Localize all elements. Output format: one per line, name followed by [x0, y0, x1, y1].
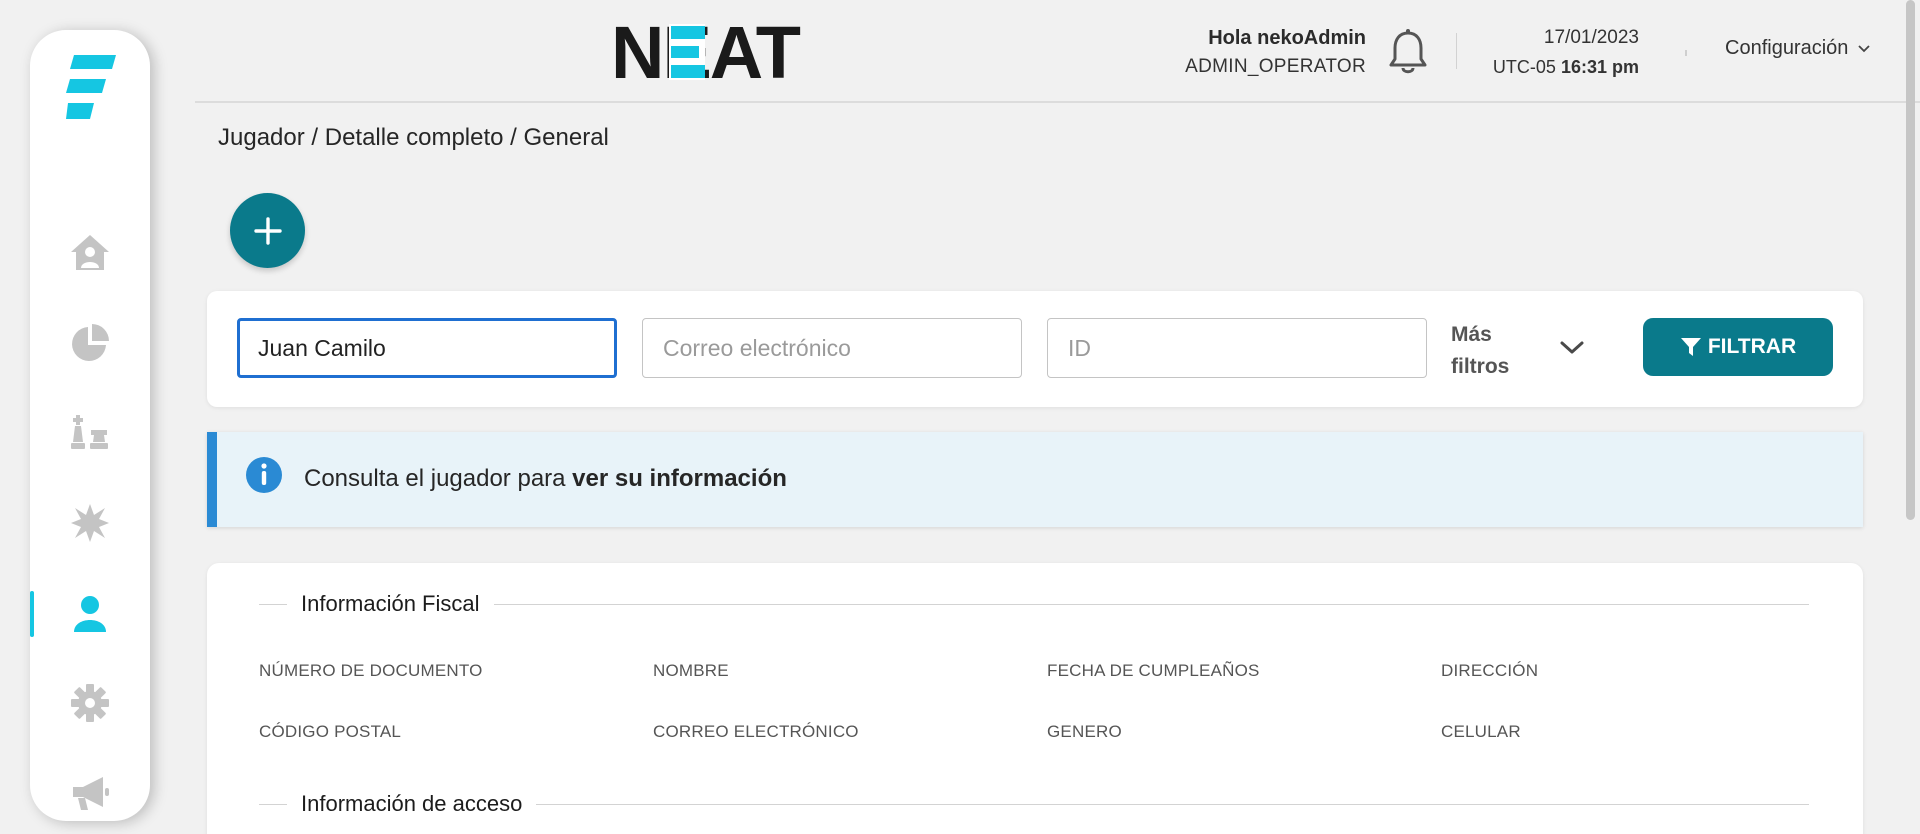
funnel-icon — [1680, 338, 1701, 356]
info-banner: Consulta el jugador para ver su informac… — [207, 432, 1863, 527]
sidebar-item-campaigns[interactable] — [30, 763, 150, 823]
breadcrumb: Jugador / Detalle completo / General — [218, 124, 609, 151]
pie-chart-icon — [72, 324, 109, 361]
field-label-email: CORREO ELECTRÓNICO — [653, 722, 859, 741]
info-message-text: Consulta el jugador para — [304, 465, 573, 492]
field-label-birthday: FECHA DE CUMPLEAÑOS — [1047, 661, 1260, 680]
player-detail-card: Información Fiscal NÚMERO DE DOCUMENTO N… — [207, 563, 1863, 834]
brand-logo-text: NEAT — [611, 20, 801, 84]
divider-line — [536, 803, 1809, 805]
field-label-name: NOMBRE — [653, 661, 729, 680]
more-filters-label-2: filtros — [1451, 355, 1510, 378]
more-filters-toggle[interactable]: Más filtros — [1451, 319, 1561, 383]
date-time: 17/01/2023 UTC-05 16:31 pm — [1493, 26, 1639, 79]
add-button[interactable] — [230, 193, 305, 268]
divider-line — [259, 803, 287, 805]
field-label-document-number: NÚMERO DE DOCUMENTO — [259, 661, 483, 680]
filter-button[interactable]: FILTRAR — [1643, 318, 1833, 376]
megaphone-icon — [73, 777, 109, 810]
user-info: Hola nekoAdmin ADMIN_OPERATOR — [1185, 26, 1366, 79]
timezone: UTC-05 — [1492, 57, 1556, 77]
sidebar-item-games[interactable] — [30, 403, 150, 463]
user-greeting: Hola nekoAdmin — [1208, 27, 1366, 49]
plus-icon — [253, 216, 282, 245]
config-menu[interactable]: Configuración — [1725, 37, 1872, 60]
info-message-bold: ver su información — [572, 465, 787, 492]
brand-logo[interactable]: NEAT — [611, 20, 809, 84]
starburst-icon — [71, 504, 109, 542]
current-date: 17/01/2023 — [1543, 27, 1639, 48]
current-time-line: UTC-05 16:31 pm — [1493, 55, 1639, 79]
config-label: Configuración — [1725, 37, 1849, 59]
info-message: Consulta el jugador para ver su informac… — [304, 465, 787, 493]
chevron-down-icon — [1858, 44, 1871, 52]
sidebar-item-settings[interactable] — [30, 673, 150, 733]
field-label-gender: GENERO — [1047, 722, 1122, 741]
email-search-input[interactable] — [642, 318, 1022, 378]
header-separator-dot — [1685, 50, 1687, 56]
sidebar-item-home[interactable] — [30, 223, 150, 283]
divider-line — [259, 603, 287, 605]
header-divider — [1456, 33, 1457, 69]
field-label-phone: CELULAR — [1441, 722, 1521, 741]
field-label-address: DIRECCIÓN — [1441, 661, 1539, 680]
sidebar-item-reports[interactable] — [30, 313, 150, 373]
top-header: NEAT Hola nekoAdmin ADMIN_OPERATOR 17/01… — [195, 0, 1920, 103]
home-user-icon — [71, 235, 109, 270]
access-info-title: Información de acceso — [259, 791, 1809, 817]
app-logo-icon[interactable] — [66, 53, 118, 121]
sidebar — [30, 30, 150, 821]
info-icon — [246, 457, 282, 493]
current-time: 16:31 pm — [1560, 57, 1639, 77]
sidebar-item-promotions[interactable] — [30, 493, 150, 553]
chess-icon — [71, 415, 108, 449]
user-role: ADMIN_OPERATOR — [1185, 56, 1366, 77]
gear-icon — [71, 684, 109, 722]
fiscal-info-title: Información Fiscal — [259, 591, 1809, 617]
user-icon — [74, 596, 106, 632]
id-search-input[interactable] — [1047, 318, 1427, 378]
chevron-down-icon[interactable] — [1557, 333, 1587, 363]
more-filters-label-1: Más — [1451, 323, 1492, 346]
field-label-postal-code: CÓDIGO POSTAL — [259, 722, 402, 741]
filter-button-label: FILTRAR — [1707, 335, 1797, 358]
fiscal-info-label: Información Fiscal — [301, 591, 480, 616]
sidebar-item-players[interactable] — [30, 583, 150, 643]
filter-panel: Más filtros FILTRAR — [207, 291, 1863, 407]
name-search-input[interactable] — [237, 318, 617, 378]
access-info-label: Información de acceso — [301, 791, 523, 816]
bell-icon[interactable] — [1385, 28, 1431, 76]
page-scrollbar[interactable] — [1906, 0, 1915, 520]
divider-line — [493, 603, 1809, 605]
